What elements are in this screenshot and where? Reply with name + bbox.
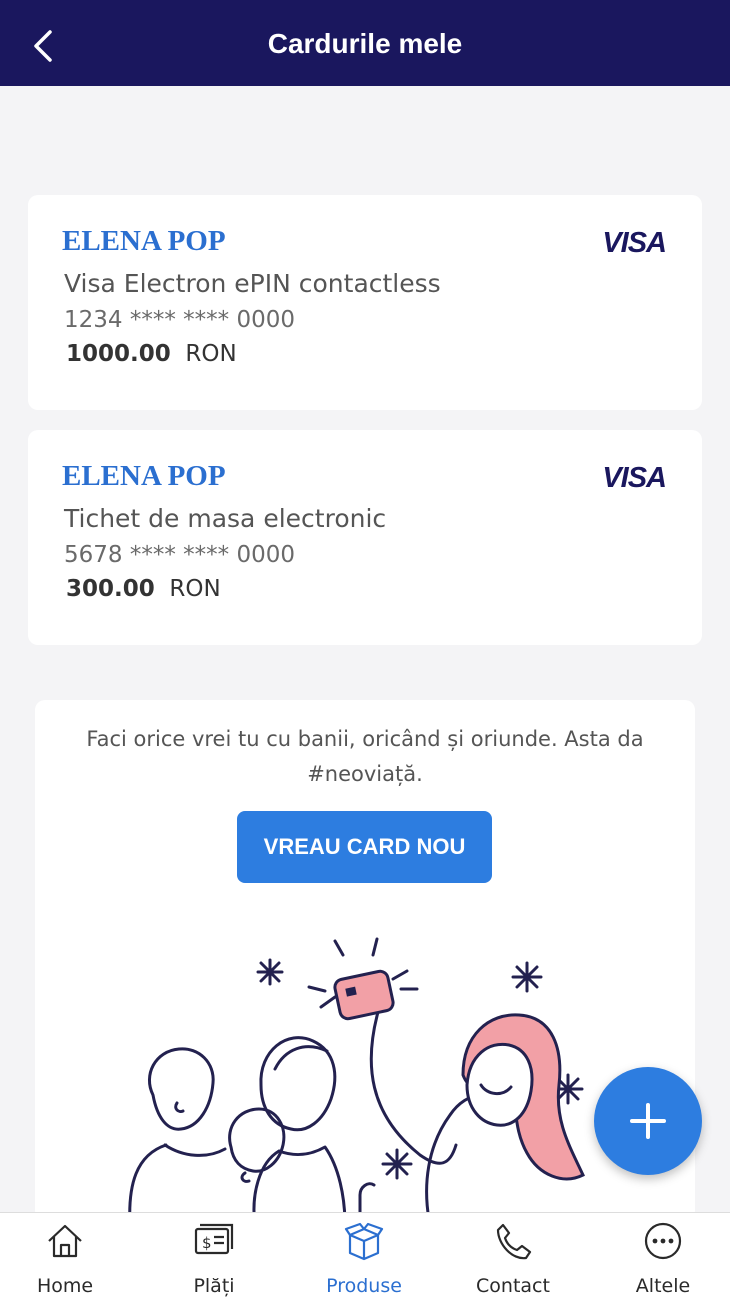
tab-contact[interactable]: Contact [448,1213,578,1301]
tab-label: Altele [635,1275,691,1297]
card-balance: 300.00 RON [66,576,221,602]
home-icon [48,1224,82,1258]
svg-text:$: $ [202,1234,212,1252]
card-number: 5678 **** **** 0000 [64,542,295,568]
balance-amount: 300.00 [66,576,155,602]
more-icon [644,1222,682,1260]
add-button[interactable] [594,1067,702,1175]
balance-currency: RON [169,576,221,602]
page-title: Cardurile mele [267,28,463,59]
visa-logo: VISA [602,462,667,494]
visa-logo: VISA [602,227,667,259]
tab-label: Plăți [193,1275,235,1297]
tab-products[interactable]: Produse [299,1213,429,1301]
new-card-button[interactable]: VREAU CARD NOU [237,811,492,883]
card-type: Tichet de masa electronic [64,504,387,533]
card-holder-name: ELENA POP [62,225,226,257]
balance-currency: RON [185,341,237,367]
promo-text: Faci orice vrei tu cu banii, oricând și … [86,727,644,786]
tab-more[interactable]: Altele [598,1213,728,1301]
card-item[interactable]: ELENA POP VISA Visa Electron ePIN contac… [28,195,702,410]
card-number: 1234 **** **** 0000 [64,307,295,333]
tab-label: Home [36,1275,94,1297]
tab-label: Produse [326,1275,402,1297]
balance-amount: 1000.00 [66,341,171,367]
plus-icon [630,1103,666,1139]
card-type: Visa Electron ePIN contactless [64,269,441,298]
phone-icon [496,1223,532,1260]
box-icon [344,1222,384,1261]
tab-payments[interactable]: $ Plăți [149,1213,279,1301]
card-balance: 1000.00 RON [66,341,237,367]
payments-icon: $ [194,1223,234,1255]
tab-label: Contact [476,1275,550,1297]
bottom-tab-bar: Home $ Plăți Produse Contact Altele [0,1212,730,1301]
card-item[interactable]: ELENA POP VISA Tichet de masa electronic… [28,430,702,645]
tab-home[interactable]: Home [0,1213,130,1301]
top-bar: Cardurile mele [0,0,730,86]
card-holder-name: ELENA POP [62,460,226,492]
